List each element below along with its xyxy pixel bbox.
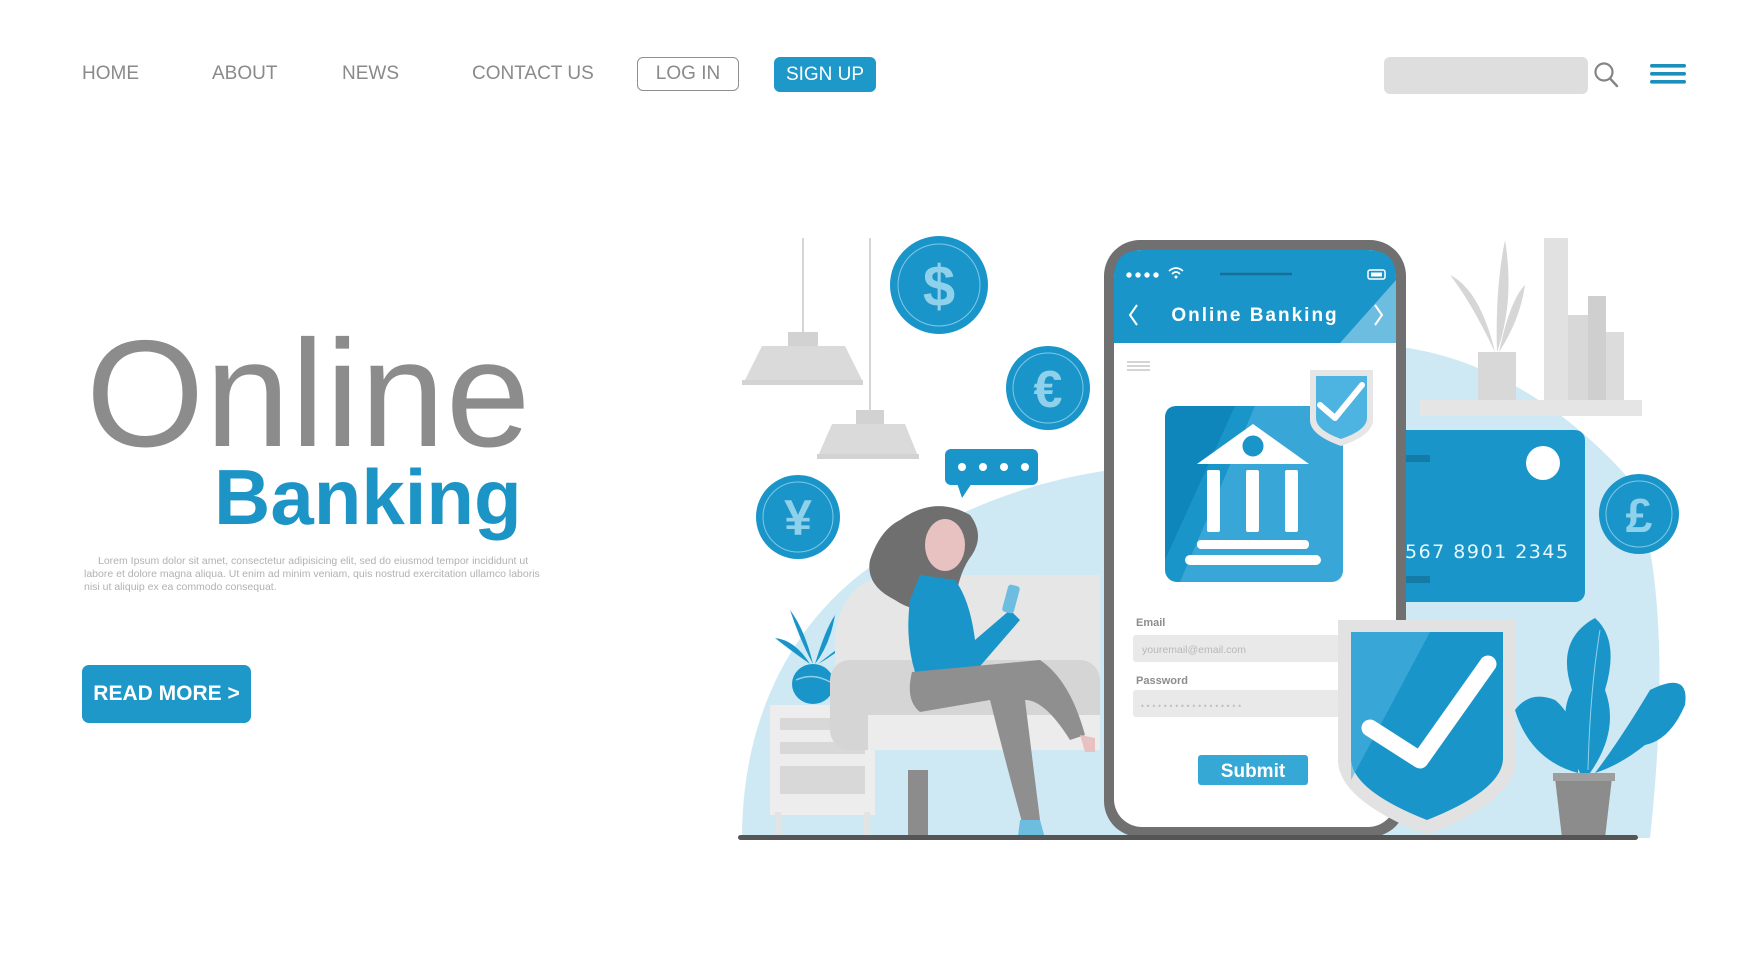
coin-dollar-glyph: $: [923, 254, 955, 319]
coin-yen-icon: ¥: [756, 475, 840, 559]
coin-pound-glyph: £: [1626, 490, 1653, 543]
coin-euro-icon: €: [1006, 346, 1090, 430]
phone-app-title: Online Banking: [1171, 305, 1338, 326]
coin-dollar-icon: $: [890, 236, 988, 334]
coin-pound-icon: £: [1599, 474, 1679, 554]
coin-euro-glyph: €: [1034, 361, 1063, 419]
credit-card: 567 8901 2345: [1395, 430, 1585, 602]
coin-yen-glyph: ¥: [784, 490, 812, 546]
floor-line: [738, 835, 1638, 840]
pendant-lamp-1: [742, 238, 863, 385]
email-placeholder: youremail@email.com: [1142, 644, 1246, 656]
password-dots: ••••••••••••••••••: [1140, 702, 1243, 711]
password-label: Password: [1136, 675, 1188, 687]
online-banking-illustration: $ € ¥ £ 567 8901 2345 Online Banking Ema…: [738, 236, 1686, 840]
small-shield-check-icon: [1310, 370, 1373, 446]
email-label: Email: [1136, 617, 1165, 629]
submit-label: Submit: [1221, 761, 1286, 782]
card-number: 567 8901 2345: [1405, 541, 1570, 563]
